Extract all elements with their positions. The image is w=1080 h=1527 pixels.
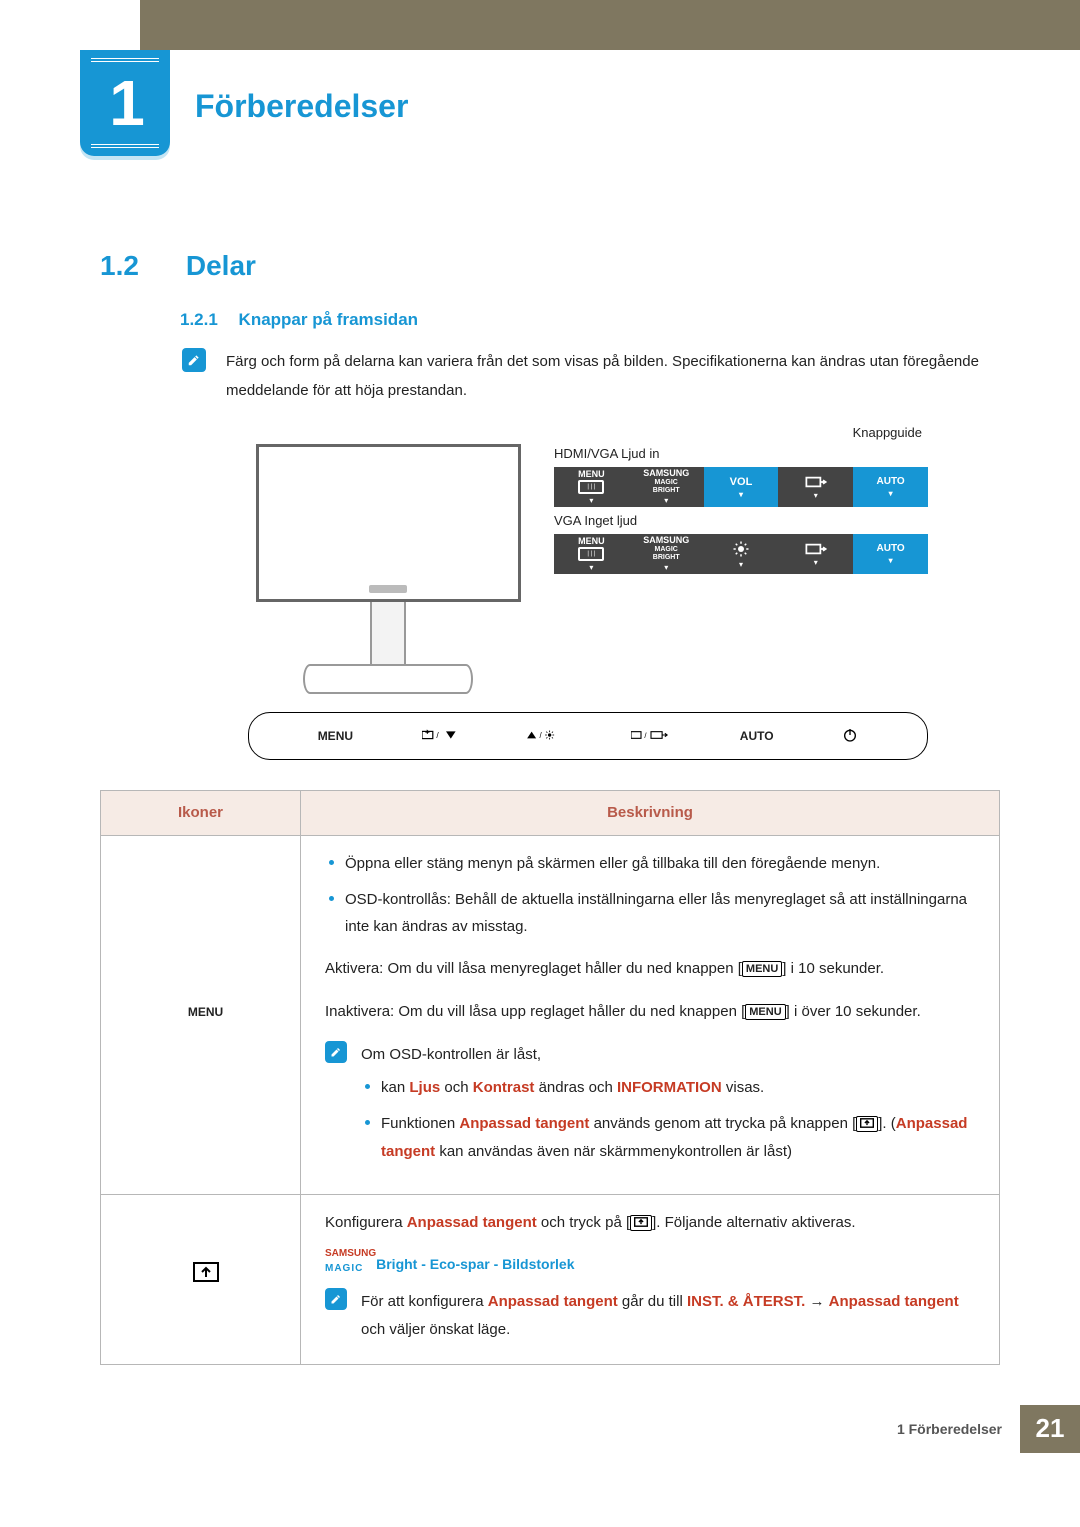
- osd-menu-2: MENU | | | ▾: [554, 534, 629, 574]
- osd-vol: VOL ▾: [704, 467, 779, 507]
- menu-rect-icon: | | |: [578, 480, 604, 494]
- bar-up-bright-icon: /: [526, 728, 562, 745]
- monitor-base-icon: [303, 664, 473, 694]
- menu-button-icon: MENU: [745, 1004, 785, 1020]
- custom-key-icon: [193, 1262, 219, 1282]
- source-icon: [805, 475, 827, 489]
- monitor-neck-icon: [370, 602, 406, 664]
- row1-icon: MENU: [101, 835, 301, 1194]
- knappguide-label: Knappguide: [248, 425, 922, 440]
- row1-note-b1: kan Ljus och Kontrast ändras och INFORMA…: [381, 1074, 985, 1102]
- row1-b1: Öppna eller stäng menyn på skärmen eller…: [345, 850, 985, 878]
- svg-text:/: /: [540, 730, 543, 739]
- brightness-icon: [732, 540, 750, 558]
- subsection-title: Knappar på framsidan: [239, 310, 419, 329]
- chapter-number-badge: 1: [80, 50, 170, 156]
- osd-panels: HDMI/VGA Ljud in MENU | | | ▾ SAMSUNG MA…: [554, 444, 928, 694]
- row2-note-text: För att konfigurera Anpassad tangent går…: [361, 1288, 985, 1344]
- diagram: Knappguide HDMI/VGA Ljud in MENU | | | ▾…: [248, 425, 928, 760]
- row1-b2: OSD-kontrollås: Behåll de aktuella instä…: [345, 886, 985, 942]
- menu-button-icon: MENU: [742, 961, 782, 977]
- top-bar: [140, 0, 1080, 50]
- osd-caption-1: HDMI/VGA Ljud in: [554, 446, 928, 461]
- osd-auto: AUTO ▾: [853, 467, 928, 507]
- note-pencil-icon: [182, 348, 206, 372]
- row1-desc: Öppna eller stäng menyn på skärmen eller…: [301, 835, 1000, 1194]
- note-pencil-icon: [325, 1288, 347, 1310]
- table-row: Konfigurera Anpassad tangent och tryck p…: [101, 1194, 1000, 1364]
- custom-key-icon: [856, 1116, 878, 1132]
- row2-desc: Konfigurera Anpassad tangent och tryck p…: [301, 1194, 1000, 1364]
- icon-description-table: Ikoner Beskrivning MENU Öppna eller stän…: [100, 790, 1000, 1365]
- row2-note: För att konfigurera Anpassad tangent går…: [325, 1288, 985, 1344]
- physical-button-bar: MENU / / / AUTO: [248, 712, 928, 760]
- footer-label: 1 Förberedelser: [897, 1405, 1020, 1453]
- th-icons: Ikoner: [101, 791, 301, 836]
- monitor-screen-icon: [256, 444, 521, 602]
- subsection-heading: 1.2.1 Knappar på framsidan: [180, 310, 1000, 330]
- osd-auto-2: AUTO ▾: [853, 534, 928, 574]
- row2-p1: Konfigurera Anpassad tangent och tryck p…: [325, 1209, 985, 1237]
- section-number: 1.2: [100, 250, 182, 282]
- chapter-number: 1: [91, 58, 159, 148]
- th-desc: Beskrivning: [301, 791, 1000, 836]
- osd-source: ▾: [778, 467, 853, 507]
- row1-note: Om OSD-kontrollen är låst, kan Ljus och …: [325, 1041, 985, 1174]
- section-heading: 1.2 Delar: [100, 250, 1000, 282]
- svg-text:/: /: [644, 730, 647, 739]
- menu-rect-icon: | | |: [578, 547, 604, 561]
- osd-source-2: ▾: [778, 534, 853, 574]
- section-title: Delar: [186, 250, 256, 281]
- bar-menu: MENU: [318, 729, 353, 743]
- osd-magic-bright-2: SAMSUNG MAGIC BRIGHT ▾: [629, 534, 704, 574]
- page-footer: 1 Förberedelser 21: [0, 1405, 1080, 1453]
- bar-source-enter-icon: /: [631, 728, 671, 745]
- custom-key-icon: [630, 1215, 652, 1231]
- intro-note-text: Färg och form på delarna kan variera frå…: [226, 348, 1000, 405]
- magic-bright-line: SAMSUNG MAGIC Bright - Eco-spar - Bildst…: [325, 1244, 985, 1278]
- chapter-title: Förberedelser: [195, 88, 408, 125]
- osd-caption-2: VGA Inget ljud: [554, 513, 928, 528]
- bar-custom-down-icon: /: [422, 728, 458, 745]
- osd-magic-bright: SAMSUNG MAGIC BRIGHT ▾: [629, 467, 704, 507]
- bar-power-icon: [842, 727, 858, 746]
- note-pencil-icon: [325, 1041, 347, 1063]
- footer-page: 21: [1020, 1405, 1080, 1453]
- svg-text:/: /: [436, 730, 439, 740]
- source-icon: [805, 542, 827, 556]
- page-content: 1.2 Delar 1.2.1 Knappar på framsidan Fär…: [0, 250, 1080, 1365]
- chapter-header: 1 Förberedelser: [0, 50, 1080, 160]
- row1-deactivate: Inaktivera: Om du vill låsa upp reglaget…: [325, 998, 985, 1026]
- osd-menu: MENU | | | ▾: [554, 467, 629, 507]
- table-row: MENU Öppna eller stäng menyn på skärmen …: [101, 835, 1000, 1194]
- row1-note-lead: Om OSD-kontrollen är låst,: [361, 1041, 985, 1069]
- osd-row-1: MENU | | | ▾ SAMSUNG MAGIC BRIGHT ▾ VOL …: [554, 467, 928, 507]
- row1-activate: Aktivera: Om du vill låsa menyreglaget h…: [325, 955, 985, 983]
- bar-auto: AUTO: [740, 729, 774, 743]
- row1-note-b2: Funktionen Anpassad tangent används geno…: [381, 1110, 985, 1166]
- osd-brightness: ▾: [704, 534, 779, 574]
- monitor-illustration: [248, 444, 528, 694]
- subsection-number: 1.2.1: [180, 310, 218, 329]
- row2-icon: [101, 1194, 301, 1364]
- osd-row-2: MENU | | | ▾ SAMSUNG MAGIC BRIGHT ▾ ▾: [554, 534, 928, 574]
- intro-note: Färg och form på delarna kan variera frå…: [182, 348, 1000, 405]
